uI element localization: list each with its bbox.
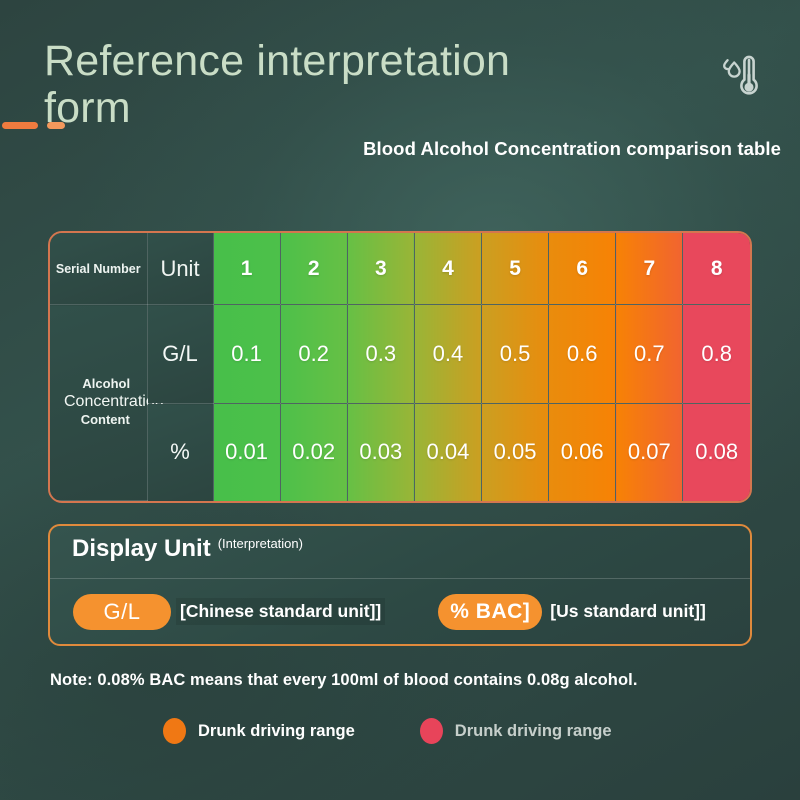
display-unit-option-bac[interactable]: % BAC] [Us standard unit]]	[438, 593, 706, 630]
value-cell-pct-3: 0.03	[347, 403, 415, 501]
value-cell-pct-7: 0.07	[615, 403, 684, 501]
legend-label-red: Drunk driving range	[454, 721, 612, 740]
unit-header: Unit	[147, 233, 214, 306]
legend-item-red: Drunk driving range	[419, 718, 612, 744]
value-cell-gl-8: 0.8	[682, 304, 750, 405]
value-cell-pct-8: 0.08	[682, 403, 750, 501]
display-unit-panel: Display Unit (Interpretation) G/L [Chine…	[48, 524, 752, 646]
value-cell-gl-2: 0.2	[280, 304, 348, 405]
value-cell-gl-5: 0.5	[481, 304, 550, 405]
legend-label-orange: Drunk driving range	[198, 721, 355, 740]
dash-short-decoration	[47, 122, 65, 129]
note-text: Note: 0.08% BAC means that every 100ml o…	[50, 671, 638, 689]
serial-number-header: Serial Number	[50, 233, 148, 306]
alcohol-concentration-content-label: Alcohol Concentration Content	[50, 304, 164, 501]
value-cell-gl-4: 0.4	[414, 304, 483, 405]
legend-item-orange: Drunk driving range	[163, 718, 355, 744]
reference-interpretation-page: Reference interpretation form Blood Alco…	[0, 0, 800, 800]
unit-pill-gl[interactable]: G/L	[73, 593, 171, 630]
table-header-row: Serial Number Unit 1 2 3 4 5 6 7 8	[50, 233, 750, 306]
thermometer-droplet-icon	[710, 44, 772, 106]
legend-dot-red-icon	[419, 718, 443, 744]
value-cell-pct-6: 0.06	[548, 403, 617, 501]
unit-pill-bac[interactable]: % BAC]	[438, 593, 543, 630]
dash-long-decoration	[2, 122, 38, 129]
serial-header-cell-7: 7	[615, 233, 684, 306]
value-cell-pct-1: 0.01	[213, 403, 281, 501]
page-subtitle: Blood Alcohol Concentration comparison t…	[363, 138, 781, 159]
serial-header-cell-5: 5	[481, 233, 550, 306]
page-header: Reference interpretation form	[44, 38, 780, 132]
unit-cell-gl: G/L	[147, 304, 214, 405]
display-unit-title: Display Unit	[72, 535, 211, 562]
title-underline-decoration	[2, 122, 65, 129]
legend: Drunk driving range Drunk driving range	[163, 718, 612, 744]
serial-header-cell-4: 4	[414, 233, 483, 306]
display-unit-options: G/L [Chinese standard unit]] % BAC] [Us …	[50, 579, 750, 644]
serial-header-cell-3: 3	[347, 233, 415, 306]
value-cell-gl-3: 0.3	[347, 304, 415, 405]
value-cell-pct-4: 0.04	[414, 403, 483, 501]
display-unit-panel-header: Display Unit (Interpretation)	[50, 526, 750, 579]
legend-dot-orange-icon	[163, 718, 186, 744]
page-title: Reference interpretation form	[44, 37, 511, 132]
unit-cell-percent: %	[147, 403, 214, 501]
display-unit-option-gl[interactable]: G/L [Chinese standard unit]]	[73, 593, 386, 630]
bac-comparison-table: Serial Number Unit 1 2 3 4 5 6 7 8 Alcoh…	[48, 231, 752, 503]
table-row-gl: Alcohol Concentration Content G/L 0.1 0.…	[50, 304, 750, 501]
serial-header-cell-6: 6	[548, 233, 617, 306]
display-unit-subtitle: (Interpretation)	[217, 536, 303, 551]
serial-header-cell-1: 1	[213, 233, 281, 306]
serial-header-cell-8: 8	[682, 233, 750, 306]
value-cell-gl-1: 0.1	[213, 304, 281, 405]
unit-description-gl: [Chinese standard unit]]	[176, 598, 386, 625]
value-cell-pct-2: 0.02	[280, 403, 348, 501]
value-cell-pct-5: 0.05	[481, 403, 550, 501]
table-row-percent: % 0.01 0.02 0.03 0.04 0.05 0.06 0.07 0.0…	[50, 403, 750, 501]
serial-header-cell-2: 2	[280, 233, 348, 306]
unit-description-bac: [Us standard unit]]	[550, 601, 706, 621]
value-cell-gl-6: 0.6	[548, 304, 617, 405]
value-cell-gl-7: 0.7	[615, 304, 684, 405]
